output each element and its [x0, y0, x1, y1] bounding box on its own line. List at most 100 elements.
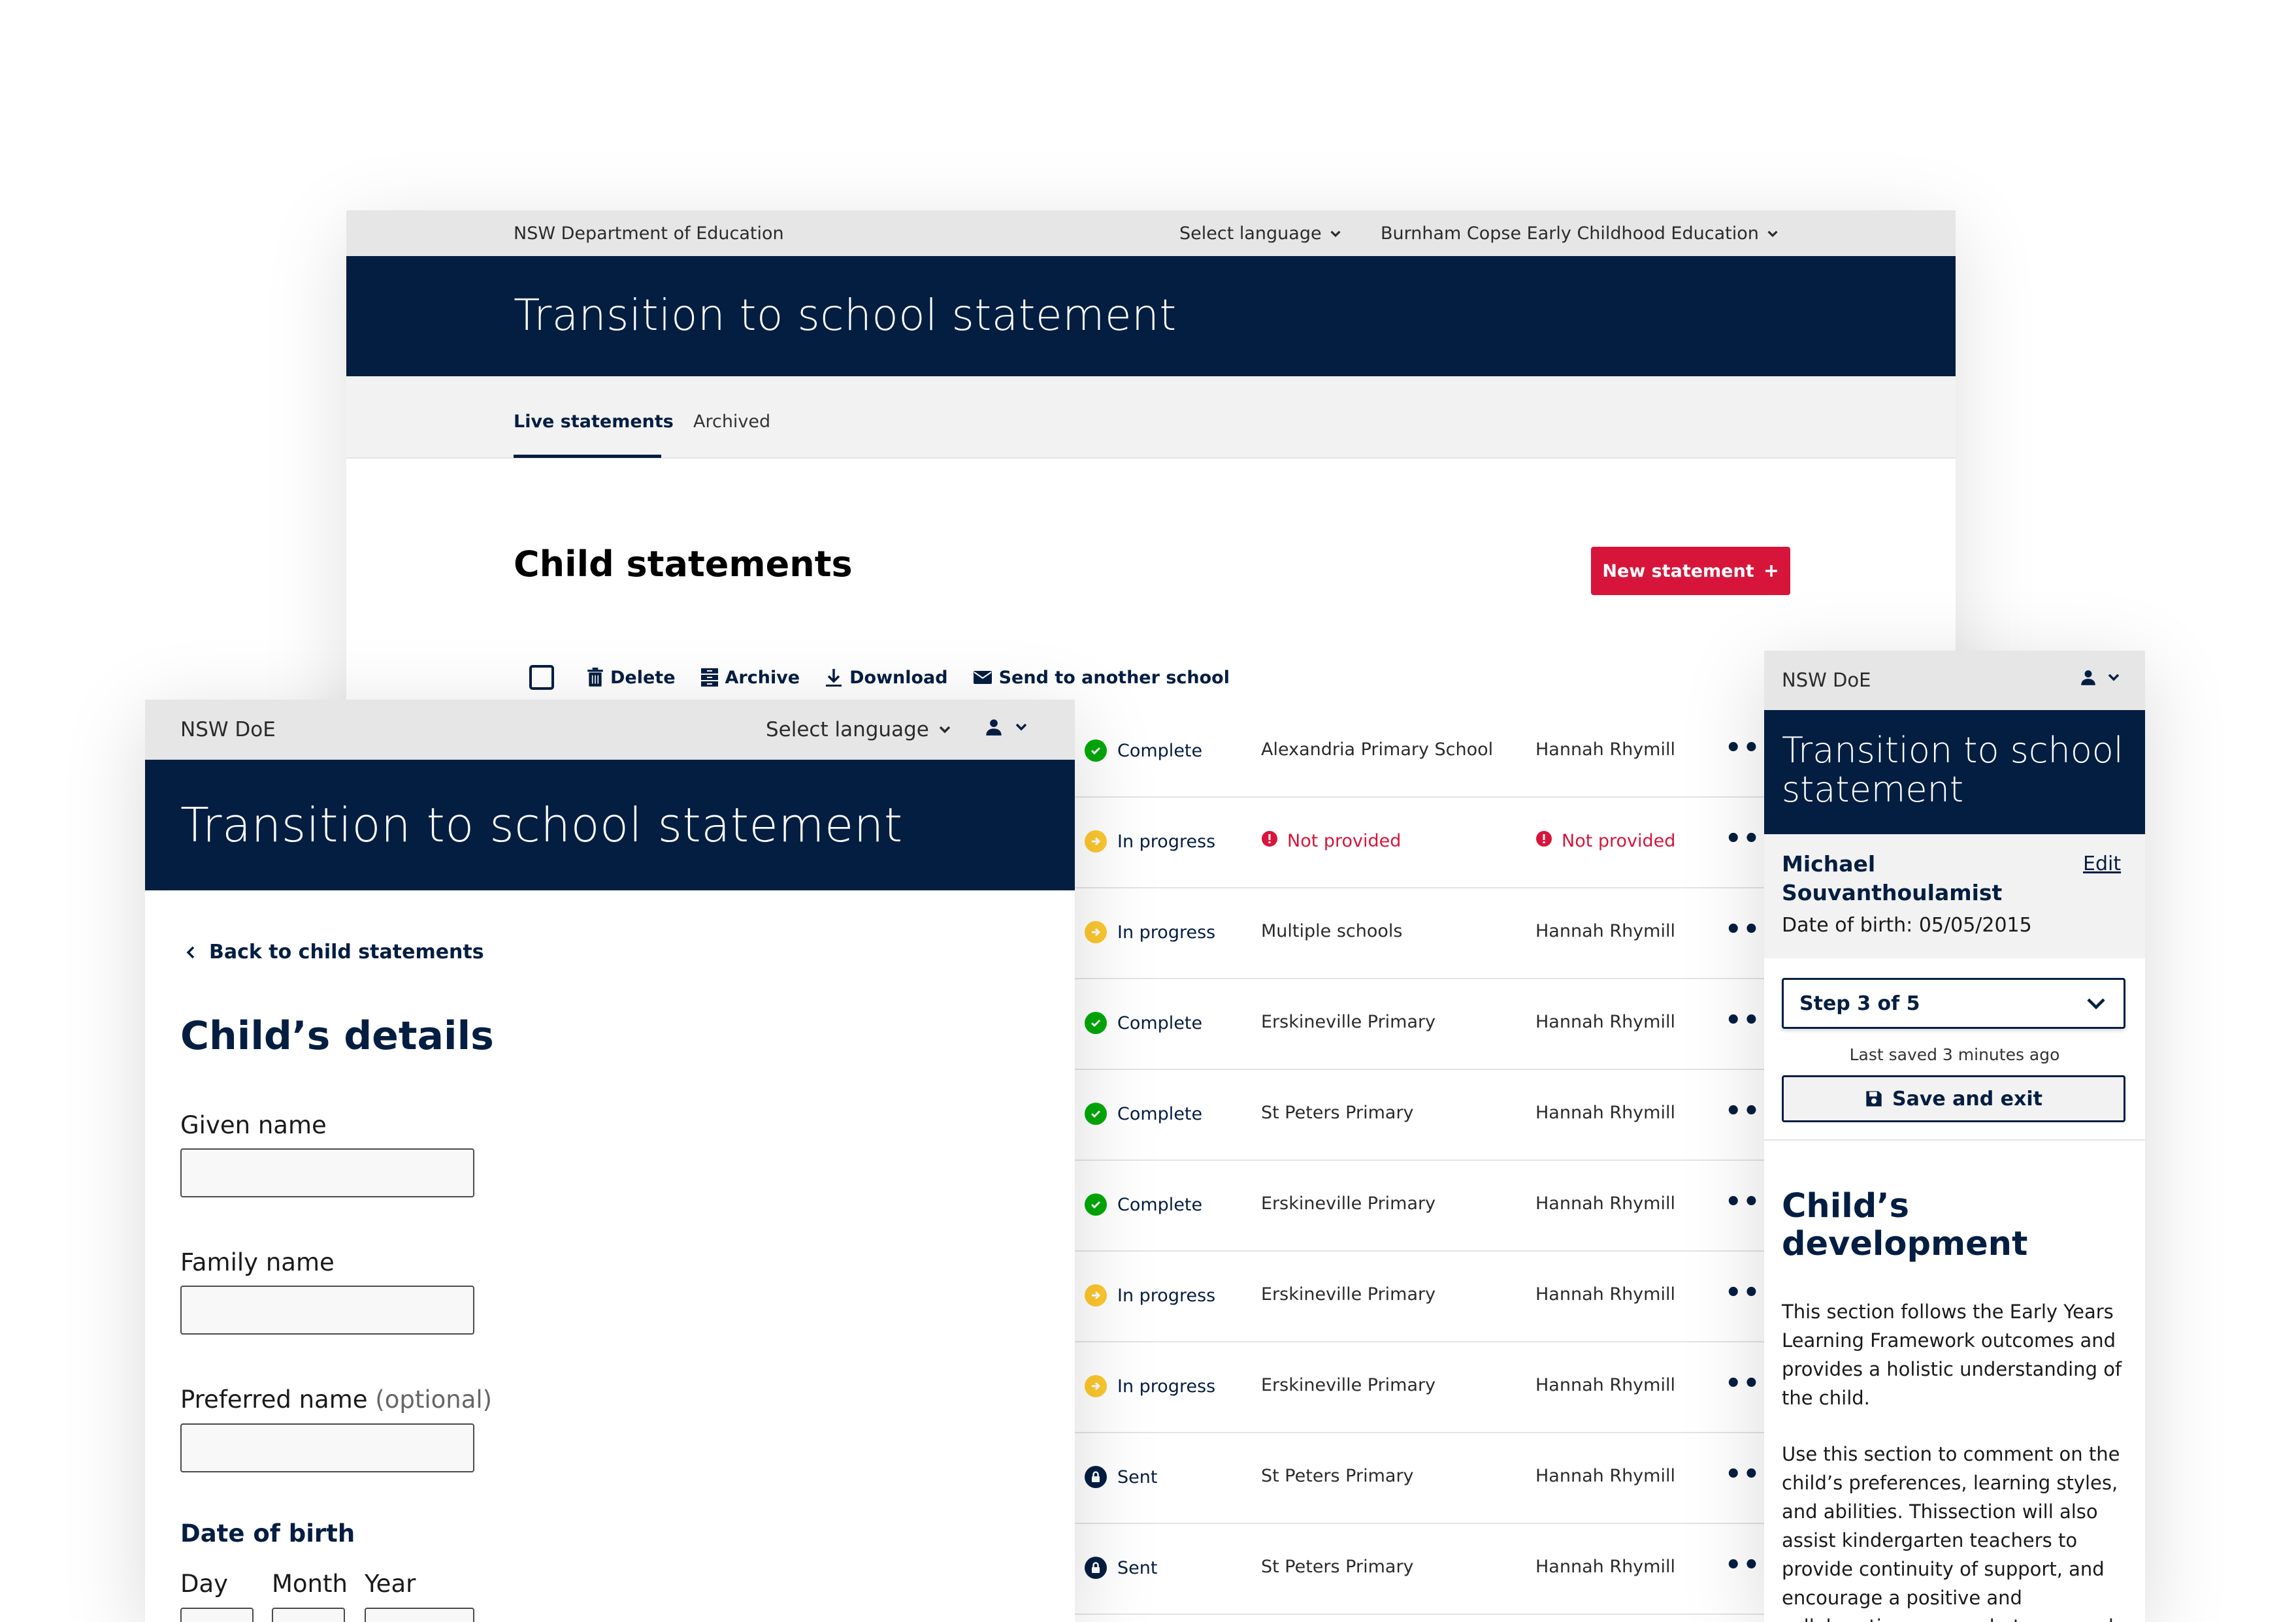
owner-label: Hannah Rhymill	[1535, 739, 1675, 760]
utility-bar: NSW Department of Education Select langu…	[346, 210, 1956, 256]
save-and-exit-button[interactable]: Save and exit	[1782, 1075, 2125, 1122]
arrow-circle-icon	[1085, 1375, 1107, 1397]
utility-bar: NSW DoE	[1764, 651, 2145, 710]
owner-cell: Hannah Rhymill	[1535, 1284, 1675, 1305]
edit-link[interactable]: Edit	[2083, 852, 2121, 875]
alert-icon	[1261, 830, 1278, 852]
chevron-down-icon	[2087, 998, 2105, 1010]
owner-label: Hannah Rhymill	[1535, 1466, 1675, 1486]
send-label: Send to another school	[998, 667, 1230, 688]
owner-label: Hannah Rhymill	[1535, 921, 1675, 941]
masthead: Transition to school statement	[1764, 710, 2145, 834]
child-details-window: NSW DoE Select language Transition to sc…	[145, 700, 1075, 1622]
owner-cell: Hannah Rhymill	[1535, 1375, 1675, 1395]
given-name-input[interactable]	[180, 1148, 474, 1197]
status-label: In progress	[1117, 831, 1216, 852]
status-label: Complete	[1117, 1103, 1203, 1124]
arrow-circle-icon	[1085, 830, 1107, 852]
year-input[interactable]	[365, 1608, 474, 1622]
check-circle-icon	[1085, 1193, 1107, 1216]
school-select[interactable]: Burnham Copse Early Childhood Education	[1381, 223, 1780, 244]
org-name: NSW DoE	[1782, 669, 1871, 691]
archive-label: Archive	[725, 667, 800, 688]
child-summary: Michael Souvanthoulamist Edit Date of bi…	[1764, 834, 2145, 958]
chevron-down-icon	[1015, 723, 1027, 731]
chevron-down-icon	[1767, 230, 1778, 237]
masthead: Transition to school statement	[145, 760, 1075, 890]
user-icon	[2081, 670, 2095, 685]
school-cell: Alexandria Primary School	[1261, 739, 1493, 760]
select-all-checkbox[interactable]	[529, 665, 554, 690]
status-cell: Complete	[1085, 1103, 1202, 1125]
new-statement-label: New statement	[1602, 560, 1754, 581]
day-input[interactable]	[180, 1608, 254, 1622]
school-cell: Erskineville Primary	[1261, 1193, 1435, 1214]
step-select-label: Step 3 of 5	[1799, 992, 1920, 1015]
school-cell: Not provided	[1261, 830, 1401, 852]
guidance-paragraph: Use this section to comment on the child…	[1782, 1443, 2125, 1622]
month-input[interactable]	[272, 1608, 345, 1622]
last-saved-text: Last saved 3 minutes ago	[1849, 1045, 2060, 1064]
dob-label: Date of birth	[180, 1519, 355, 1548]
section-heading: Child’s development	[1782, 1187, 2028, 1263]
language-select-label: Select language	[766, 718, 929, 741]
status-cell: In progress	[1085, 921, 1215, 943]
plus-icon	[1765, 565, 1777, 577]
status-cell: In progress	[1085, 830, 1215, 852]
utility-bar: NSW DoE Select language	[145, 700, 1075, 760]
preferred-name-label: Preferred name (optional)	[180, 1386, 492, 1414]
download-action[interactable]: Download	[825, 668, 948, 688]
user-menu[interactable]	[985, 718, 1029, 736]
family-name-input[interactable]	[180, 1286, 474, 1335]
tab-live-statements[interactable]: Live statements	[514, 412, 674, 432]
bulk-actions-bar: Delete Archive Download Send to another …	[529, 661, 1255, 694]
new-statement-button[interactable]: New statement	[1591, 547, 1790, 595]
school-select-label: Burnham Copse Early Childhood Education	[1381, 223, 1759, 244]
owner-label: Hannah Rhymill	[1535, 1012, 1675, 1032]
delete-action[interactable]: Delete	[587, 668, 676, 688]
day-label: Day	[180, 1570, 229, 1598]
save-and-exit-label: Save and exit	[1892, 1087, 2043, 1111]
status-label: Complete	[1117, 1013, 1203, 1033]
school-label: Erskineville Primary	[1261, 1284, 1436, 1305]
intro-paragraph: This section follows the Early Years Lea…	[1782, 1301, 2122, 1409]
school-label: St Peters Primary	[1261, 1103, 1414, 1123]
school-label: Alexandria Primary School	[1261, 739, 1494, 760]
child-dob: Date of birth: 05/05/2015	[1782, 914, 2032, 937]
language-select[interactable]: Select language	[766, 718, 953, 741]
alert-icon	[1535, 830, 1552, 852]
user-icon	[986, 719, 1002, 736]
download-icon	[826, 669, 842, 687]
month-label: Month	[272, 1570, 348, 1598]
page-title: Transition to school statement	[1782, 730, 2124, 810]
owner-cell: Hannah Rhymill	[1535, 1466, 1675, 1486]
owner-cell: Not provided	[1535, 830, 1675, 852]
user-menu[interactable]	[2080, 669, 2122, 686]
preferred-name-input[interactable]	[180, 1423, 474, 1472]
active-tab-indicator	[514, 455, 661, 458]
school-cell: Erskineville Primary	[1261, 1375, 1435, 1395]
language-select[interactable]: Select language	[1179, 223, 1343, 244]
school-cell: St Peters Primary	[1261, 1103, 1414, 1123]
school-label: Not provided	[1287, 831, 1402, 851]
section-heading: Child’s details	[180, 1013, 494, 1059]
school-label: Erskineville Primary	[1261, 1375, 1436, 1395]
school-cell: Erskineville Primary	[1261, 1284, 1435, 1305]
step-select[interactable]: Step 3 of 5	[1782, 978, 2125, 1029]
chevron-left-icon	[186, 946, 195, 958]
school-cell: Erskineville Primary	[1261, 1012, 1435, 1032]
tab-archived[interactable]: Archived	[693, 412, 770, 432]
chevron-down-icon	[1330, 230, 1341, 237]
lock-circle-icon	[1085, 1557, 1107, 1579]
back-link[interactable]: Back to child statements	[184, 941, 484, 964]
mail-icon	[973, 671, 992, 684]
chevron-down-icon	[939, 726, 951, 734]
owner-cell: Hannah Rhymill	[1535, 1012, 1675, 1032]
school-label: Erskineville Primary	[1261, 1193, 1436, 1214]
owner-label: Hannah Rhymill	[1535, 1375, 1675, 1395]
archive-action[interactable]: Archive	[700, 668, 800, 688]
status-cell: Complete	[1085, 1012, 1202, 1034]
send-action[interactable]: Send to another school	[973, 668, 1230, 688]
status-cell: Complete	[1085, 739, 1202, 762]
school-cell: St Peters Primary	[1261, 1466, 1414, 1486]
